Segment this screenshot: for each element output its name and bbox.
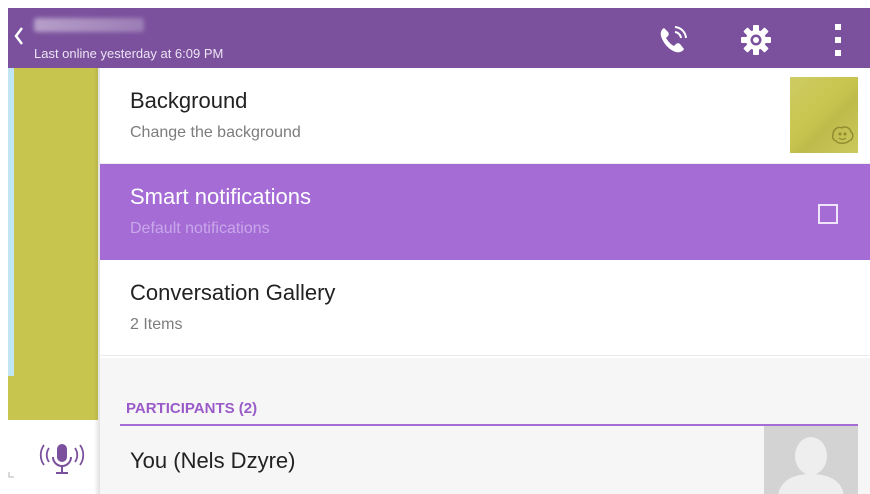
conversation-gallery-row[interactable]: Conversation Gallery 2 Items	[100, 260, 870, 356]
microphone-icon[interactable]	[36, 440, 88, 480]
top-gutter	[0, 0, 870, 8]
background-subtitle: Change the background	[130, 124, 301, 141]
participant-row[interactable]: You (Nels Dzyre)	[100, 426, 870, 494]
smart-notifications-title: Smart notifications	[130, 184, 311, 209]
background-setting-row[interactable]: Background Change the background	[100, 68, 870, 164]
background-thumbnail[interactable]	[790, 77, 858, 153]
chat-wallpaper	[8, 68, 98, 420]
participant-name: You (Nels Dzyre)	[130, 448, 296, 473]
resize-corner-icon	[8, 470, 16, 481]
smart-notifications-checkbox[interactable]	[818, 204, 838, 224]
overflow-menu-icon[interactable]	[832, 22, 844, 58]
background-title: Background	[130, 88, 248, 113]
wallpaper-pattern-icon	[831, 126, 854, 144]
participants-header: PARTICIPANTS (2)	[126, 400, 258, 417]
gallery-title: Conversation Gallery	[130, 280, 336, 305]
settings-icon[interactable]	[740, 24, 772, 56]
action-bar: Last online yesterday at 6:09 PM	[8, 8, 870, 68]
chat-strip	[8, 68, 14, 376]
smart-notifications-subtitle: Default notifications	[130, 220, 270, 237]
gallery-subtitle: 2 Items	[130, 316, 183, 333]
conversation-info-drawer: Background Change the background Smart n…	[100, 68, 870, 494]
call-icon[interactable]	[656, 23, 690, 57]
smart-notifications-row[interactable]: Smart notifications Default notification…	[100, 164, 870, 260]
default-avatar-icon	[778, 437, 844, 494]
participants-section: PARTICIPANTS (2) You (Nels Dzyre)	[100, 358, 870, 494]
chat-panel	[0, 68, 100, 494]
back-icon[interactable]	[12, 25, 26, 47]
last-online-status: Last online yesterday at 6:09 PM	[34, 46, 224, 61]
contact-name-blurred[interactable]	[34, 18, 144, 32]
avatar[interactable]	[764, 426, 858, 494]
